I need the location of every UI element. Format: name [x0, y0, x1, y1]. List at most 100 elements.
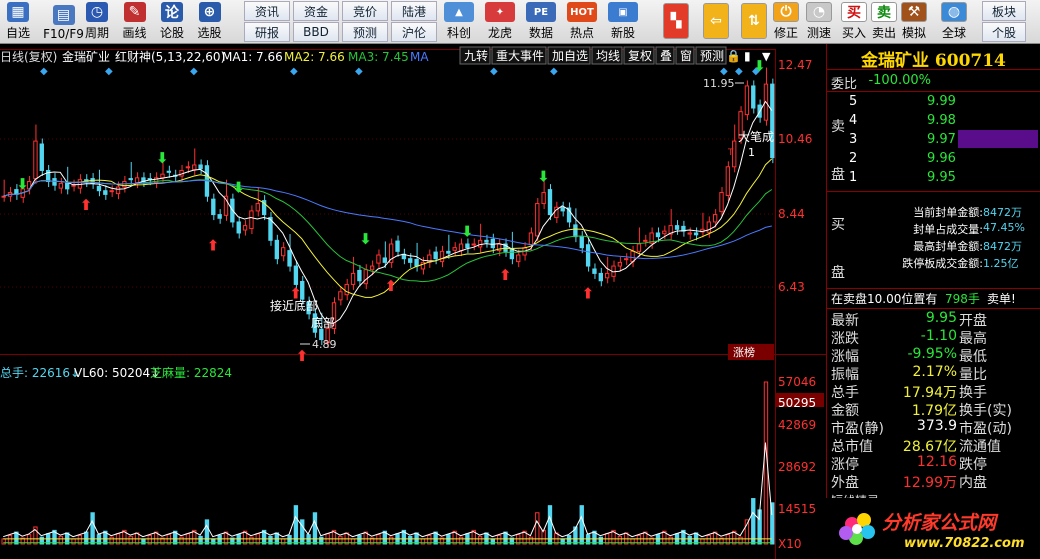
toolbar-text-button[interactable]: BBD: [293, 22, 339, 42]
candle-body: [744, 85, 750, 116]
toolbar-text-button[interactable]: 资讯: [244, 1, 290, 21]
toolbar-new-stock-button[interactable]: ▣ 新股: [604, 1, 642, 43]
toolbar-grid-button[interactable]: ▦ 自选: [0, 1, 36, 43]
candle-body: [541, 192, 546, 205]
candle-body: [604, 272, 610, 279]
event-marker-icon: ◆: [290, 66, 298, 77]
volume-bar: [700, 538, 705, 545]
candle-body: [465, 243, 470, 249]
candle-body: [115, 186, 121, 195]
toolbar-sell-button[interactable]: 卖卖出: [868, 1, 900, 43]
toolbar-pen-button[interactable]: ✎ 画线: [117, 1, 153, 43]
stat-value: -9.95%: [907, 346, 957, 362]
vol-total-text: 总手: 22616↓: [0, 366, 80, 380]
chart-header-text: MA1: 7.66: [222, 50, 283, 64]
stat-label-2: 换手(实): [959, 403, 1012, 419]
stat-row: 涨跌 -1.10 最高: [827, 328, 1040, 347]
toolbar-hot-button[interactable]: HOT 热点: [563, 1, 601, 43]
toolbar-globe-button[interactable]: ◍ 全球: [938, 1, 970, 43]
candle-body: [719, 192, 724, 213]
stat-row: 振幅 2.17% 量比: [827, 364, 1040, 383]
candle-body: [39, 143, 44, 171]
toolbar-text-button[interactable]: 沪伦: [391, 22, 437, 42]
toolbar-chart-button[interactable]: ▲ 科创: [440, 1, 478, 43]
stat-label-2: 内盘: [959, 475, 987, 491]
toolbar-button-label: 卖出: [871, 26, 896, 40]
stat-value: -1.10: [920, 328, 957, 344]
price-axis-label: 10.46: [778, 132, 812, 146]
toolbar-text-button[interactable]: 资金: [293, 1, 339, 21]
kline-chart[interactable]: 日线(复权) 金瑞矿业 红财神(5,13,22,60)MA1: 7.66 MA2: 7…: [0, 44, 826, 559]
volume-bar: [541, 529, 546, 545]
stock-button[interactable]: 个股: [982, 22, 1026, 42]
event-marker-icon: ◆: [720, 66, 728, 77]
candle-body: [281, 247, 286, 257]
stat-label: 金额: [831, 403, 859, 419]
candle-body: [382, 257, 388, 263]
buy-signal-arrow-icon: ⬇: [461, 223, 474, 241]
toolbar-multi-window-button[interactable]: ▚: [660, 1, 692, 43]
sell-level-number: 4: [849, 113, 858, 128]
sell-level-row[interactable]: 1 9.95: [827, 170, 1040, 188]
stat-row: 总市值 28.67亿 流通值: [827, 436, 1040, 455]
price-axis-label: 12.47: [778, 58, 812, 72]
candle-body: [160, 173, 165, 179]
chart-menu-label: 九转: [464, 48, 488, 63]
candle-body: [166, 170, 172, 173]
sell-level-price: 9.97: [927, 132, 956, 147]
stat-label: 涨停: [831, 457, 859, 473]
sell-signal-arrow-icon: ⬆: [385, 277, 398, 295]
toolbar-text-button[interactable]: 陆港: [391, 1, 437, 21]
sell-level-row[interactable]: 2 9.96: [827, 151, 1040, 169]
sell-signal-arrow-icon: ⬆: [582, 284, 595, 302]
toolbar-button-label: 数据: [528, 26, 553, 40]
sell-level-row[interactable]: 5 9.99: [827, 94, 1040, 112]
toolbar-hammer-button[interactable]: ⚒ 模拟: [898, 1, 930, 43]
toolbar-clock-button[interactable]: ◷ 周期: [79, 1, 115, 43]
stat-label-2: 最高: [959, 331, 987, 347]
candle-body: [751, 85, 756, 109]
price-axis-label: 6.43: [778, 280, 805, 294]
toolbar-up-down-button[interactable]: ⇅: [738, 1, 770, 43]
toolbar-dragon-button[interactable]: ✦ 龙虎: [481, 1, 519, 43]
chart-header-text: 红财神(5,13,22,60): [115, 49, 225, 64]
toolbar-text-button[interactable]: 研报: [244, 22, 290, 42]
buy-signal-arrow-icon: ⬇: [359, 230, 372, 248]
pane-divider: [0, 354, 826, 355]
toolbar-power-button[interactable]: ⏻ 修正: [770, 1, 802, 43]
candle-body: [433, 251, 438, 260]
candle-body: [516, 254, 521, 263]
stat-row: 外盘 12.99万 内盘: [827, 472, 1040, 491]
toolbar-magnifier-button[interactable]: ⊕ 选股: [192, 1, 228, 43]
buy-signal-arrow-icon: ⬇: [156, 149, 169, 167]
toolbar-back-arrow-button[interactable]: ⇦: [700, 1, 732, 43]
pen-icon: ✎: [123, 2, 146, 22]
sell-level-row[interactable]: 4 9.98: [827, 113, 1040, 131]
toolbar-text-button[interactable]: 预测: [342, 22, 388, 42]
weibi-value: -100.00%: [868, 73, 931, 88]
candle-body: [617, 261, 623, 267]
candle-body: [242, 225, 248, 231]
toolbar-button-label: F10/F9: [43, 27, 84, 41]
sector-button[interactable]: 板块: [982, 1, 1026, 21]
candle-body: [573, 224, 578, 238]
stat-value: 1.79亿: [911, 403, 957, 419]
toolbar-quote-button[interactable]: 论论股: [154, 1, 190, 43]
toolbar-buy-button[interactable]: 买买入: [838, 1, 870, 43]
one-marker: 1: [748, 146, 755, 159]
volume-bar: [293, 505, 299, 545]
sell-signal-arrow-icon: ⬆: [296, 347, 309, 365]
candle-body: [293, 265, 299, 285]
chart-area[interactable]: 日线(复权) 金瑞矿业 红财神(5,13,22,60) MA1: 7.66 MA2: 7…: [0, 44, 826, 559]
seal-label: 跌停板成交金额:: [902, 257, 983, 270]
toolbar-button-label: 修正: [773, 26, 798, 40]
toolbar-pe-button[interactable]: PE 数据: [522, 1, 560, 43]
quote-panel: 金瑞矿业 600714 委比 -100.00% 卖盘 5 9.99 4 9.98 3 9.…: [826, 44, 1040, 559]
volume-bar: [281, 538, 286, 545]
document-icon: ▤: [52, 5, 75, 25]
toolbar-text-button[interactable]: 竞价: [342, 1, 388, 21]
vol-sesame-text: 芝麻量: 22824: [150, 365, 232, 380]
candle-body: [624, 258, 629, 261]
toolbar-stopwatch-button[interactable]: ◔ 测速: [803, 1, 835, 43]
volume-bar: [350, 538, 356, 545]
